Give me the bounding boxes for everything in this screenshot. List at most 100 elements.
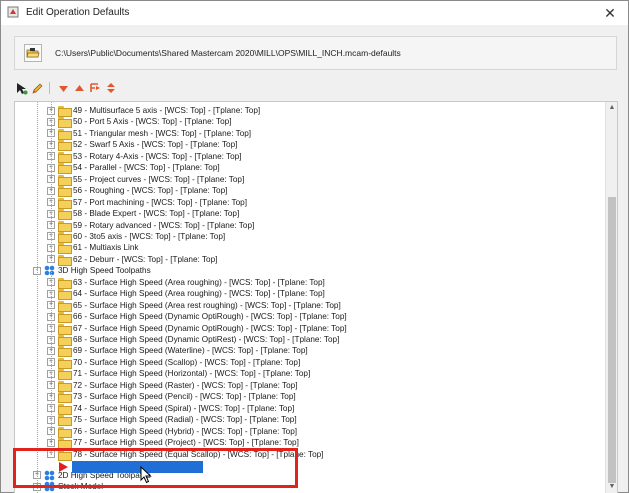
window-title: Edit Operation Defaults (26, 7, 130, 18)
move-down-button[interactable] (56, 81, 70, 95)
tree-guide-line (51, 102, 52, 262)
folder-icon (58, 323, 72, 335)
open-folder-icon (26, 48, 40, 58)
tree-item-label: 59 - Rotary advanced - [WCS: Top] - [Tpl… (73, 220, 255, 230)
folder-icon (58, 243, 72, 255)
tree-toolbar (14, 79, 120, 97)
operation-defaults-tree[interactable]: +49 - Multisurface 5 axis - [WCS: Top] -… (14, 101, 618, 493)
tree-item-high-speed-12[interactable]: +75 - Surface High Speed (Radial) - [WCS… (47, 414, 297, 427)
tree-item-high-speed-9[interactable]: +72 - Surface High Speed (Raster) - [WCS… (47, 380, 298, 392)
folder-icon (58, 128, 72, 140)
folder-icon (58, 312, 72, 324)
tree-item-label: 57 - Port machining - [WCS: Top] - [Tpla… (73, 197, 247, 207)
tree-item-label: 77 - Surface High Speed (Project) - [WCS… (73, 438, 299, 448)
tree-item-multiaxis-13[interactable]: +62 - Deburr - [WCS: Top] - [Tplane: Top… (47, 254, 218, 266)
folder-icon (58, 197, 72, 209)
move-up-icon (74, 84, 84, 91)
folder-icon (58, 220, 72, 232)
folder-icon (58, 254, 72, 266)
folder-icon (58, 186, 72, 198)
folder-icon (58, 106, 72, 117)
tree-item-label: 51 - Triangular mesh - [WCS: Top] - [Tpl… (73, 128, 252, 138)
tree-item-high-speed-5[interactable]: +68 - Surface High Speed (Dynamic OptiRe… (47, 334, 340, 346)
folder-icon (58, 415, 72, 427)
tree-item-multiaxis-12[interactable]: +61 - Multiaxis Link (47, 242, 139, 255)
tree-item-high-speed-7[interactable]: +70 - Surface High Speed (Scallop) - [WC… (47, 357, 301, 369)
tree-item-multiaxis-5[interactable]: +54 - Parallel - [WCS: Top] - [Tplane: T… (47, 162, 220, 175)
close-button[interactable]: ✕ (592, 1, 628, 25)
scroll-down-arrow-icon[interactable]: ▼ (608, 483, 616, 491)
tree-item-label: 73 - Surface High Speed (Pencil) - [WCS:… (73, 392, 296, 402)
tree-item-label: 63 - Surface High Speed (Area roughing) … (73, 277, 325, 287)
select-arrow-button[interactable] (14, 81, 28, 95)
tree-item-high-speed-6[interactable]: +69 - Surface High Speed (Waterline) - [… (47, 345, 308, 358)
tree-item-label: 60 - 3to5 axis - [WCS: Top] - [Tplane: T… (73, 231, 226, 241)
scroll-up-arrow-icon[interactable]: ▲ (608, 104, 616, 112)
folder-icon (58, 403, 72, 415)
tree-item-multiaxis-0[interactable]: +49 - Multisurface 5 axis - [WCS: Top] -… (47, 105, 261, 117)
tree-item-multiaxis-11[interactable]: +60 - 3to5 axis - [WCS: Top] - [Tplane: … (47, 231, 226, 243)
tree-item-label: 65 - Surface High Speed (Area rest rough… (73, 300, 341, 310)
tree-item-multiaxis-6[interactable]: +55 - Project curves - [WCS: Top] - [Tpl… (47, 174, 244, 186)
folder-icon (58, 174, 72, 186)
tree-item-label: 66 - Surface High Speed (Dynamic OptiRou… (73, 312, 347, 322)
tree-item-label: 61 - Multiaxis Link (73, 243, 139, 253)
tree-item-label: 72 - Surface High Speed (Raster) - [WCS:… (73, 380, 298, 390)
tree-item-high-speed-3[interactable]: +66 - Surface High Speed (Dynamic OptiRo… (47, 311, 347, 324)
tree-item-high-speed-0[interactable]: +63 - Surface High Speed (Area roughing)… (47, 277, 325, 289)
tree-item-multiaxis-9[interactable]: +58 - Blade Expert - [WCS: Top] - [Tplan… (47, 208, 240, 221)
open-file-button[interactable] (24, 44, 42, 62)
edit-pencil-icon (31, 83, 42, 94)
insert-point-icon (90, 83, 100, 92)
scroll-thumb[interactable] (608, 197, 616, 483)
folder-icon (58, 438, 72, 450)
tree-item-label: 56 - Roughing - [WCS: Top] - [Tplane: To… (73, 186, 228, 196)
tree-item-label: 52 - Swarf 5 Axis - [WCS: Top] - [Tplane… (73, 140, 238, 150)
tree-item-multiaxis-8[interactable]: +57 - Port machining - [WCS: Top] - [Tpl… (47, 197, 247, 209)
move-up-button[interactable] (72, 81, 86, 95)
insert-point-button[interactable] (88, 81, 102, 95)
tree-item-label: 70 - Surface High Speed (Scallop) - [WCS… (73, 357, 301, 367)
folder-icon (58, 380, 72, 392)
tree-item-high-speed-13[interactable]: +76 - Surface High Speed (Hybrid) - [WCS… (47, 426, 297, 438)
tree-item-high-speed-14[interactable]: +77 - Surface High Speed (Project) - [WC… (47, 437, 299, 450)
tree-item-label: 49 - Multisurface 5 axis - [WCS: Top] - … (73, 106, 261, 115)
tree-item-high-speed-8[interactable]: +71 - Surface High Speed (Horizontal) - … (47, 368, 311, 381)
app-icon (7, 6, 19, 18)
tree-item-multiaxis-4[interactable]: +53 - Rotary 4-Axis - [WCS: Top] - [Tpla… (47, 151, 242, 163)
tree-item-high-speed-1[interactable]: +64 - Surface High Speed (Area roughing)… (47, 288, 325, 301)
select-arrow-icon (16, 82, 27, 94)
edit-operation-defaults-window: Edit Operation Defaults ✕ C:\Users\Publi… (0, 0, 629, 493)
tree-item-high-speed-4[interactable]: +67 - Surface High Speed (Dynamic OptiRo… (47, 323, 347, 335)
folder-icon (58, 231, 72, 243)
tree-item-label: 62 - Deburr - [WCS: Top] - [Tplane: Top] (73, 254, 218, 264)
folder-icon (58, 277, 72, 289)
tree-item-label: 67 - Surface High Speed (Dynamic OptiRou… (73, 323, 347, 333)
tree-item-label: 69 - Surface High Speed (Waterline) - [W… (73, 346, 308, 356)
tree-guide-line (37, 102, 38, 493)
tree-guide-line (51, 271, 52, 455)
tree-item-multiaxis-2[interactable]: +51 - Triangular mesh - [WCS: Top] - [Tp… (47, 128, 252, 140)
folder-icon (58, 426, 72, 438)
vertical-scrollbar[interactable]: ▲ ▼ (605, 102, 617, 493)
expand-collapse-button[interactable] (104, 81, 118, 95)
expand-collapse-icon (107, 83, 115, 93)
title-bar: Edit Operation Defaults ✕ (1, 1, 628, 25)
defaults-file-path: C:\Users\Public\Documents\Shared Masterc… (55, 48, 401, 58)
tree-item-label: 75 - Surface High Speed (Radial) - [WCS:… (73, 415, 297, 425)
edit-button[interactable] (30, 81, 44, 95)
folder-icon (58, 117, 72, 129)
toolpath-group-icon (44, 265, 55, 276)
folder-icon (58, 289, 72, 301)
tree-item-multiaxis-1[interactable]: +50 - Port 5 Axis - [WCS: Top] - [Tplane… (47, 116, 232, 129)
tree-item-multiaxis-3[interactable]: +52 - Swarf 5 Axis - [WCS: Top] - [Tplan… (47, 139, 238, 152)
tree-item-label: 68 - Surface High Speed (Dynamic OptiRes… (73, 335, 340, 344)
tree-item-high-speed-10[interactable]: +73 - Surface High Speed (Pencil) - [WCS… (47, 391, 296, 404)
tree-item-multiaxis-10[interactable]: +59 - Rotary advanced - [WCS: Top] - [Tp… (47, 220, 255, 232)
tree-item-label: 71 - Surface High Speed (Horizontal) - [… (73, 369, 311, 379)
tree-item-label: 53 - Rotary 4-Axis - [WCS: Top] - [Tplan… (73, 151, 242, 161)
tree-item-label: 58 - Blade Expert - [WCS: Top] - [Tplane… (73, 209, 240, 219)
tree-item-multiaxis-7[interactable]: +56 - Roughing - [WCS: Top] - [Tplane: T… (47, 185, 228, 198)
tree-item-high-speed-2[interactable]: +65 - Surface High Speed (Area rest roug… (47, 300, 341, 312)
tree-item-high-speed-11[interactable]: +74 - Surface High Speed (Spiral) - [WCS… (47, 403, 294, 415)
